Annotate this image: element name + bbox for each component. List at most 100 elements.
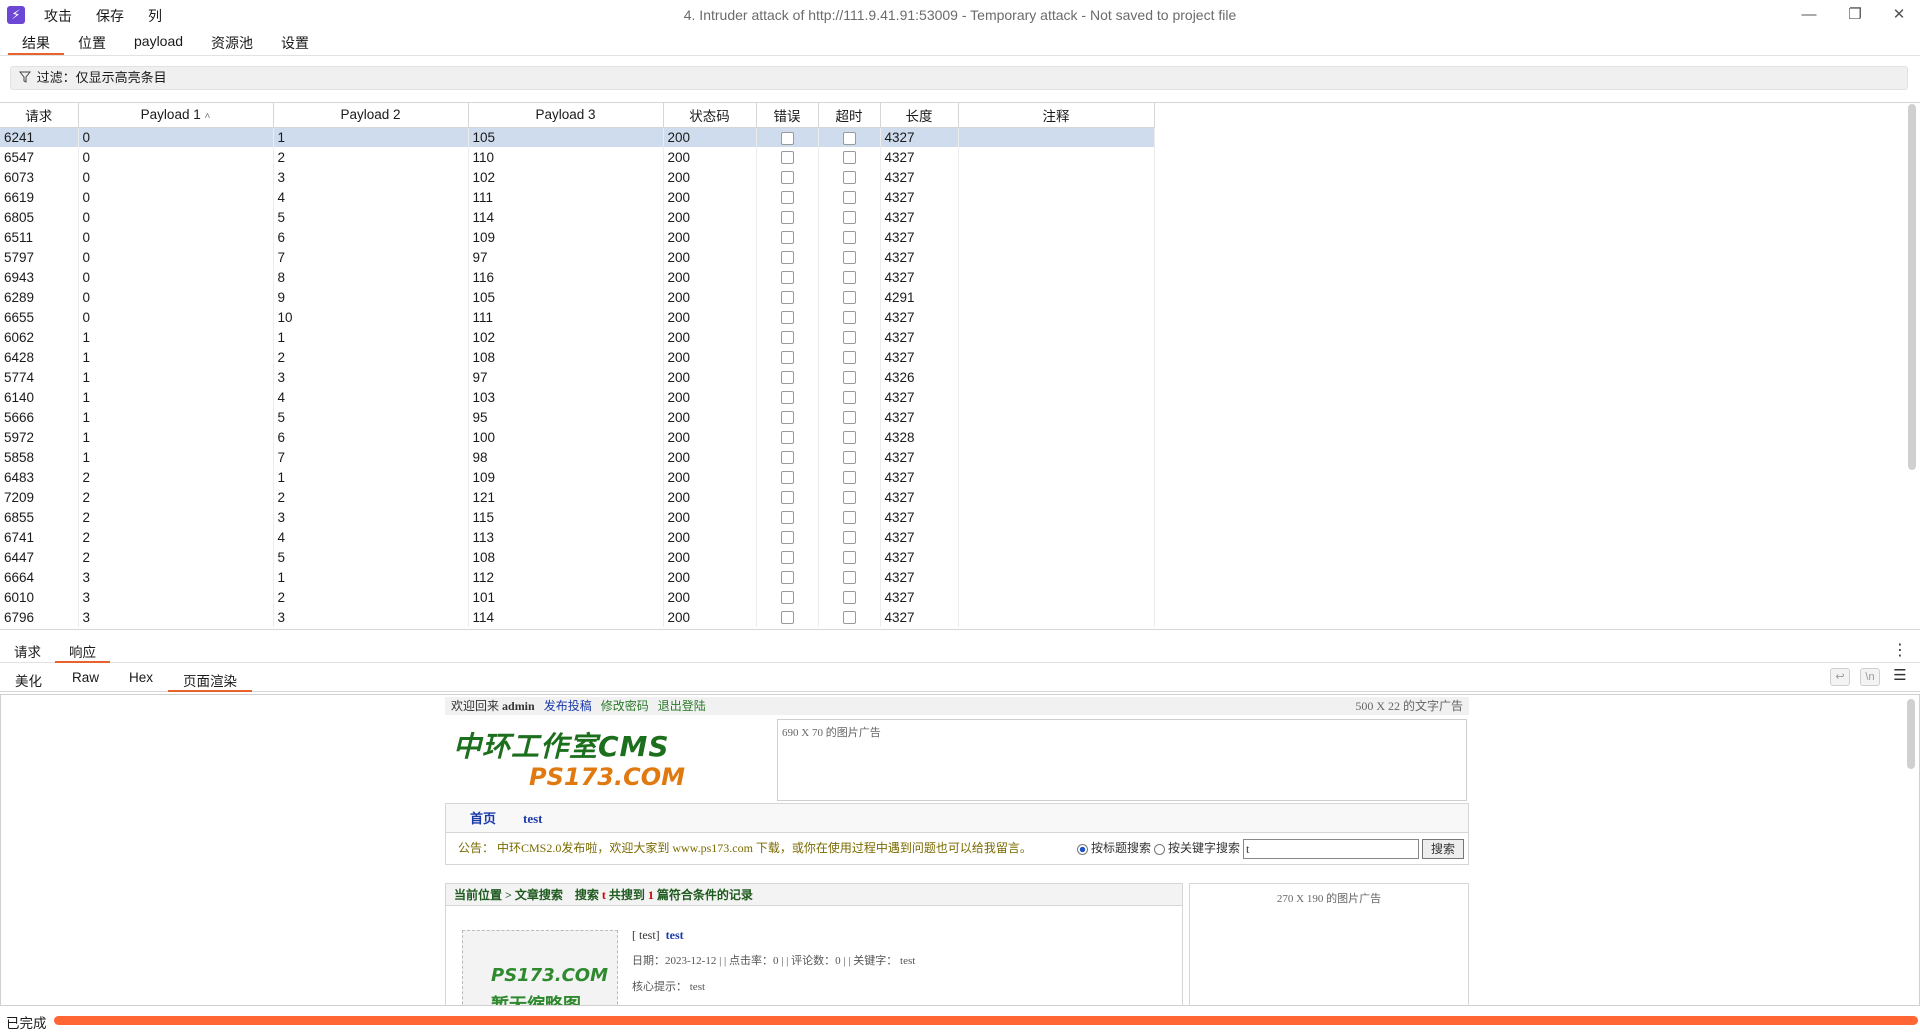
table-row[interactable]: 6289 0 9 105 200 4291 [0, 287, 1155, 307]
col-comment[interactable]: 注释 [958, 103, 1155, 128]
results-grid: 请求 Payload 1 ˄ Payload 2 Payload 3 状态码 错… [0, 103, 1155, 627]
table-row[interactable]: 5774 1 3 97 200 4326 [0, 367, 1155, 387]
table-row[interactable]: 6447 2 5 108 200 4327 [0, 547, 1155, 567]
table-row[interactable]: 6241 0 1 105 200 4327 [0, 127, 1155, 147]
tab-settings[interactable]: 设置 [267, 30, 323, 55]
table-row[interactable]: 6805 0 5 114 200 4327 [0, 207, 1155, 227]
table-row[interactable]: 6073 0 3 102 200 4327 [0, 167, 1155, 187]
cell-payload3: 115 [468, 507, 664, 527]
text-ad: 500 X 22 的文字广告 [1355, 699, 1463, 713]
table-row[interactable]: 5972 1 6 100 200 4328 [0, 427, 1155, 447]
cell-comment [958, 207, 1155, 227]
table-row[interactable]: 6428 1 2 108 200 4327 [0, 347, 1155, 367]
table-row[interactable]: 6511 0 6 109 200 4327 [0, 227, 1155, 247]
cell-payload1: 2 [78, 507, 274, 527]
col-length[interactable]: 长度 [880, 103, 959, 128]
cell-timeout [818, 507, 881, 527]
tab-raw[interactable]: Raw [57, 666, 114, 692]
table-row[interactable]: 6741 2 4 113 200 4327 [0, 527, 1155, 547]
tab-hex[interactable]: Hex [114, 666, 168, 692]
table-row[interactable]: 7209 2 2 121 200 4327 [0, 487, 1155, 507]
tab-results[interactable]: 结果 [8, 30, 64, 55]
table-row[interactable]: 6655 0 10 111 200 4327 [0, 307, 1155, 327]
cell-length: 4327 [880, 227, 959, 247]
table-row[interactable]: 6796 3 3 114 200 4327 [0, 607, 1155, 627]
table-row[interactable]: 5858 1 7 98 200 4327 [0, 447, 1155, 467]
table-row[interactable]: 6062 1 1 102 200 4327 [0, 327, 1155, 347]
filter-bar[interactable]: 过滤：仅显示高亮条目 [10, 66, 1908, 90]
cell-payload3: 110 [468, 147, 664, 167]
breadcrumb-suffix: 篇符合条件的记录 [656, 888, 753, 902]
table-row[interactable]: 5666 1 5 95 200 4327 [0, 407, 1155, 427]
tab-response[interactable]: 响应 [55, 637, 110, 663]
radio-by-keyword[interactable] [1153, 843, 1165, 855]
link-publish[interactable]: 发布投稿 [544, 699, 592, 713]
cell-payload1: 1 [78, 407, 274, 427]
rendered-page: 欢迎回来 admin 发布投稿 修改密码 退出登陆 500 X 22 的文字广告… [445, 697, 1469, 1005]
checkbox [780, 171, 794, 185]
table-row[interactable]: 6943 0 8 116 200 4327 [0, 267, 1155, 287]
tab-positions[interactable]: 位置 [64, 30, 120, 55]
radio-by-title[interactable] [1076, 843, 1088, 855]
cell-length: 4291 [880, 287, 959, 307]
col-error[interactable]: 错误 [756, 103, 819, 128]
more-options-icon[interactable]: ⋮ [1892, 640, 1908, 660]
cell-comment [958, 347, 1155, 367]
restore-icon[interactable]: ❐ [1832, 2, 1878, 28]
minimize-icon[interactable]: — [1786, 2, 1832, 28]
menu-icon[interactable]: ☰ [1890, 668, 1910, 686]
table-scrollbar[interactable] [1908, 104, 1916, 470]
table-row[interactable]: 6664 3 1 112 200 4327 [0, 567, 1155, 587]
cell-payload2: 5 [273, 547, 469, 567]
link-change-password[interactable]: 修改密码 [601, 699, 649, 713]
table-row[interactable]: 5797 0 7 97 200 4327 [0, 247, 1155, 267]
close-icon[interactable]: ✕ [1876, 2, 1920, 28]
cell-status: 200 [663, 207, 757, 227]
cell-payload1: 0 [78, 307, 274, 327]
cell-length: 4327 [880, 167, 959, 187]
wrap-lines-icon[interactable]: ↩ [1830, 668, 1850, 686]
cell-comment [958, 487, 1155, 507]
table-row[interactable]: 6140 1 4 103 200 4327 [0, 387, 1155, 407]
cell-payload1: 3 [78, 587, 274, 607]
search-button[interactable]: 搜索 [1421, 839, 1464, 860]
link-logout[interactable]: 退出登陆 [658, 699, 706, 713]
cell-payload3: 95 [468, 407, 664, 427]
tab-resource-pool[interactable]: 资源池 [197, 30, 267, 55]
search-input[interactable]: t [1242, 839, 1419, 860]
cell-error [756, 447, 819, 467]
cell-error [756, 207, 819, 227]
nav-test[interactable]: test [523, 811, 543, 826]
cell-timeout [818, 607, 881, 627]
table-row[interactable]: 6619 0 4 111 200 4327 [0, 187, 1155, 207]
table-row[interactable]: 6855 2 3 115 200 4327 [0, 507, 1155, 527]
cell-timeout [818, 487, 881, 507]
cell-request: 6483 [0, 467, 79, 487]
show-newlines-icon[interactable]: \n [1860, 668, 1880, 686]
nav-home[interactable]: 首页 [470, 811, 496, 826]
tab-request[interactable]: 请求 [0, 637, 55, 663]
breadcrumb-search: 搜索 [574, 888, 599, 902]
tab-render[interactable]: 页面渲染 [168, 666, 253, 692]
table-row[interactable]: 6010 3 2 101 200 4327 [0, 587, 1155, 607]
table-row[interactable]: 6547 0 2 110 200 4327 [0, 147, 1155, 167]
article-title[interactable]: test [666, 928, 684, 942]
render-scrollbar[interactable] [1907, 699, 1915, 769]
col-timeout[interactable]: 超时 [818, 103, 881, 128]
table-row[interactable]: 6483 2 1 109 200 4327 [0, 467, 1155, 487]
cell-payload1: 0 [78, 287, 274, 307]
cell-status: 200 [663, 487, 757, 507]
col-payload1[interactable]: Payload 1 ˄ [78, 103, 274, 128]
article-tag[interactable]: [ test] [632, 928, 660, 942]
col-payload2[interactable]: Payload 2 [273, 103, 469, 128]
tab-pretty[interactable]: 美化 [0, 666, 57, 692]
col-payload3[interactable]: Payload 3 [468, 103, 664, 128]
tab-payload[interactable]: payload [120, 30, 197, 55]
article-thumbnail[interactable]: PS173.COM 暂无缩略图 [462, 930, 618, 1005]
cell-length: 4327 [880, 347, 959, 367]
cell-payload1: 2 [78, 467, 274, 487]
col-request[interactable]: 请求 [0, 103, 79, 128]
status-text: 已完成 [6, 1016, 47, 1031]
col-status[interactable]: 状态码 [663, 103, 757, 128]
checkbox [842, 611, 856, 625]
